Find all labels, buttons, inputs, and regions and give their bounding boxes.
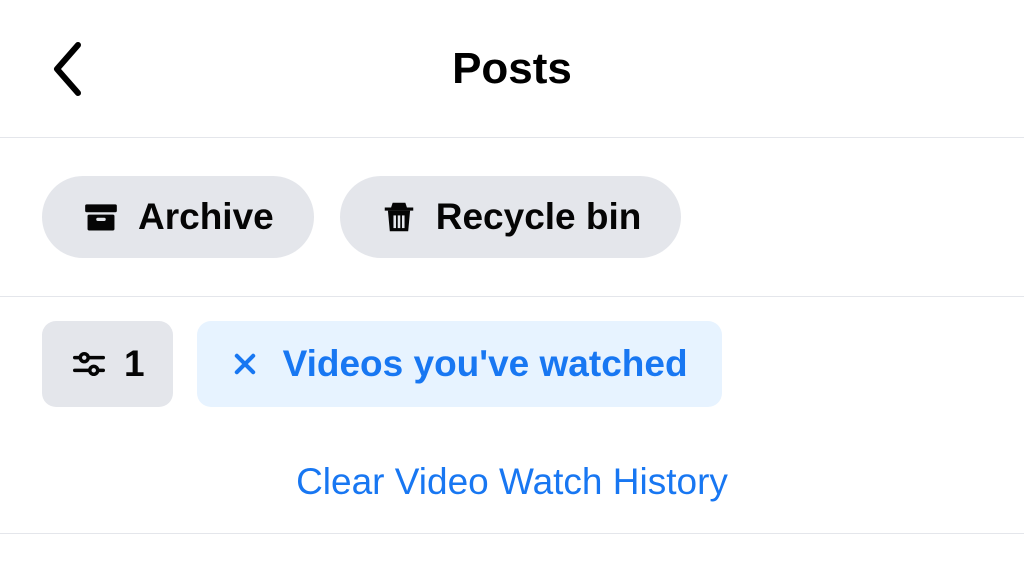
archive-label: Archive xyxy=(138,196,274,238)
recycle-bin-label: Recycle bin xyxy=(436,196,642,238)
divider xyxy=(0,533,1024,534)
recycle-bin-button[interactable]: Recycle bin xyxy=(340,176,682,258)
filter-section: 1 Videos you've watched xyxy=(0,297,1024,431)
trash-icon xyxy=(380,198,418,236)
header: Posts xyxy=(0,0,1024,138)
back-button[interactable] xyxy=(48,39,84,99)
chevron-left-icon xyxy=(48,39,84,99)
filter-count-value: 1 xyxy=(124,343,145,385)
archive-icon xyxy=(82,198,120,236)
close-icon xyxy=(231,350,259,378)
archive-button[interactable]: Archive xyxy=(42,176,314,258)
filter-count-button[interactable]: 1 xyxy=(42,321,173,407)
filter-chip[interactable]: Videos you've watched xyxy=(197,321,722,407)
filter-chip-label: Videos you've watched xyxy=(283,343,688,385)
actions-section: Archive Recycle bin xyxy=(0,138,1024,297)
filter-sliders-icon xyxy=(70,345,108,383)
clear-history-link[interactable]: Clear Video Watch History xyxy=(0,431,1024,523)
page-title: Posts xyxy=(0,44,1024,94)
